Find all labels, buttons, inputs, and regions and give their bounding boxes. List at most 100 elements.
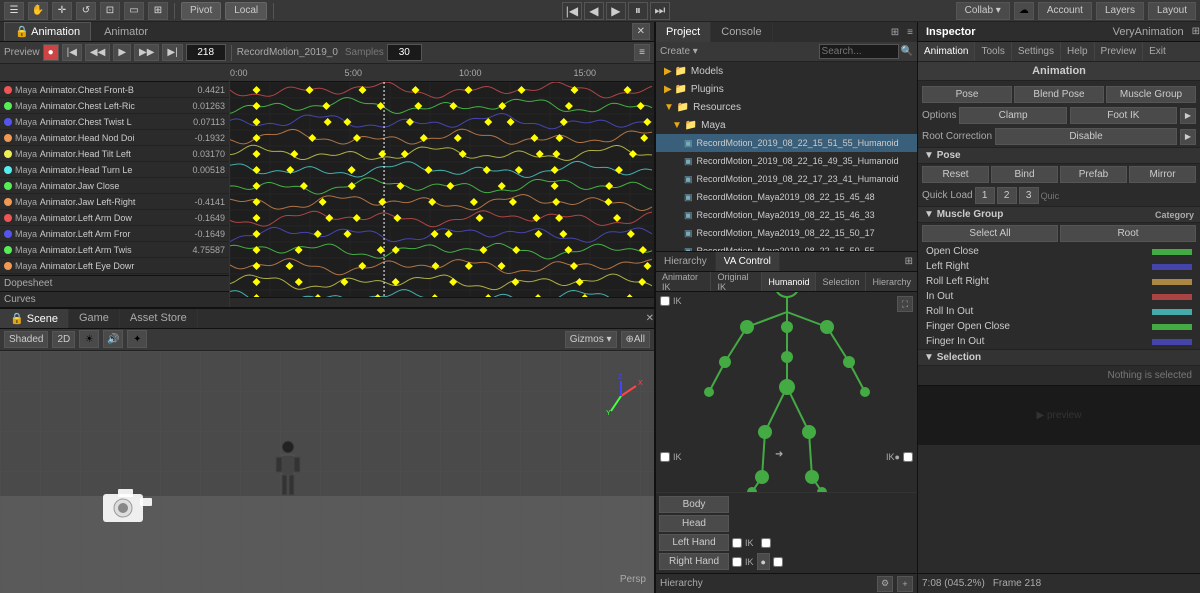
tab-project[interactable]: Project [656, 22, 711, 42]
project-item-resources[interactable]: ▼ 📁 Resources [656, 98, 917, 116]
ik-top-checkbox[interactable]: IK [660, 296, 682, 306]
inspector-close-btn[interactable]: ⊞ [1192, 26, 1200, 37]
prev-frame-button[interactable]: ◀ [584, 2, 604, 20]
tab-hierarchy[interactable]: Hierarchy [656, 252, 716, 271]
hierarchy-settings-btn[interactable]: ⚙ [877, 576, 893, 592]
disable-btn[interactable]: Disable [995, 128, 1177, 145]
effects-button[interactable]: ✦ [127, 330, 147, 348]
muscle-finger-in-out[interactable]: Finger In Out [918, 334, 1200, 349]
quick-load-3[interactable]: 3 [1019, 187, 1039, 204]
frame-input[interactable] [186, 44, 226, 61]
pivot-button[interactable]: Pivot [181, 2, 221, 20]
subtab-animator-ik[interactable]: Animator IK [656, 272, 711, 291]
head-btn[interactable]: Head [659, 515, 729, 532]
muscle-finger-open-close[interactable]: Finger Open Close [918, 319, 1200, 334]
lighting-button[interactable]: ☀ [79, 330, 99, 348]
track-label-6[interactable]: Maya Animator.Jaw Close [0, 178, 229, 194]
anim-fwd-button[interactable]: ▶▶ [134, 44, 159, 61]
anim-back-button[interactable]: ◀◀ [85, 44, 110, 61]
inspector-tab-preview[interactable]: Preview [1095, 42, 1144, 61]
track-label-0[interactable]: Maya Animator.Chest Front-B 0.4421 [0, 82, 229, 98]
track-label-1[interactable]: Maya Animator.Chest Left-Ric 0.01263 [0, 98, 229, 114]
track-label-7[interactable]: Maya Animator.Jaw Left-Right -0.4141 [0, 194, 229, 210]
collab-button[interactable]: Collab ▾ [956, 2, 1010, 20]
project-item-models[interactable]: ▶ 📁 Models [656, 62, 917, 80]
project-item-rm1[interactable]: ▣ RecordMotion_2019_08_22_15_51_55_Human… [656, 134, 917, 152]
ik-bottom-right[interactable]: IK● [886, 452, 913, 462]
track-label-10[interactable]: Maya Animator.Left Arm Twis 4.75587 [0, 242, 229, 258]
track-label-9[interactable]: Maya Animator.Left Arm Fror -0.1649 [0, 226, 229, 242]
anim-play-button[interactable]: ▶ [113, 44, 131, 61]
muscle-roll-left-right[interactable]: Roll Left Right [918, 274, 1200, 289]
local-button[interactable]: Local [225, 2, 267, 20]
record-button[interactable]: ● [43, 44, 59, 61]
subtab-selection[interactable]: Selection [816, 272, 866, 291]
right-hand-ik3-check[interactable] [773, 557, 783, 567]
layout-button[interactable]: Layout [1148, 2, 1196, 20]
tab-va-control[interactable]: VA Control [716, 252, 780, 271]
project-search[interactable] [819, 44, 899, 59]
layers-button[interactable]: Layers [1096, 2, 1144, 20]
track-label-2[interactable]: Maya Animator.Chest Twist L 0.07113 [0, 114, 229, 130]
project-item-rm4[interactable]: ▣ RecordMotion_Maya2019_08_22_15_45_48 [656, 188, 917, 206]
muscle-group-btn[interactable]: Muscle Group [1106, 86, 1196, 103]
options-on-btn[interactable]: ▶ [1180, 108, 1196, 124]
ik-bottom-right-check[interactable] [903, 452, 913, 462]
track-label-5[interactable]: Maya Animator.Head Turn Le 0.00518 [0, 162, 229, 178]
track-label-3[interactable]: Maya Animator.Head Nod Doi -0.1932 [0, 130, 229, 146]
inspector-tab-tools[interactable]: Tools [975, 42, 1011, 61]
track-label-4[interactable]: Maya Animator.Head Tilt Left 0.03170 [0, 146, 229, 162]
muscle-roll-in-out[interactable]: Roll In Out [918, 304, 1200, 319]
next-button[interactable]: ⏭ [650, 2, 670, 20]
samples-input[interactable] [387, 44, 422, 61]
quick-load-2[interactable]: 2 [997, 187, 1017, 204]
scene-view[interactable]: X Y Z [0, 351, 654, 593]
timeline-scrollbar[interactable] [230, 297, 654, 307]
tab-game[interactable]: Game [69, 309, 120, 328]
tab-asset-store[interactable]: Asset Store [120, 309, 198, 328]
reset-btn[interactable]: Reset [922, 166, 989, 183]
project-item-plugins[interactable]: ▶ 📁 Plugins [656, 80, 917, 98]
quick-load-1[interactable]: 1 [975, 187, 995, 204]
inspector-tab-help[interactable]: Help [1061, 42, 1095, 61]
tab-animator[interactable]: Animator [93, 22, 159, 41]
all-button[interactable]: ⊕All [621, 331, 651, 348]
search-button[interactable]: 🔍 [901, 46, 913, 57]
anim-next-button[interactable]: ▶| [162, 44, 182, 61]
project-item-rm3[interactable]: ▣ RecordMotion_2019_08_22_17_23_41_Human… [656, 170, 917, 188]
tool-transform[interactable]: ⊞ [148, 2, 168, 20]
project-item-maya[interactable]: ▼ 📁 Maya [656, 116, 917, 134]
humanoid-view[interactable]: IK ⛶ [656, 292, 917, 492]
tool-move[interactable]: ✛ [52, 2, 72, 20]
tool-scale[interactable]: ⊡ [100, 2, 120, 20]
dim-button[interactable]: 2D [52, 331, 75, 348]
root-btn[interactable]: Root [1060, 225, 1196, 242]
subtab-hierarchy[interactable]: Hierarchy [866, 272, 917, 291]
va-control-close-btn[interactable]: ⊞ [901, 252, 917, 271]
tool-rotate[interactable]: ↺ [76, 2, 96, 20]
orientation-gizmo[interactable]: X Y Z [596, 371, 646, 421]
ik-bottom-left-check[interactable] [660, 452, 670, 462]
project-item-rm5[interactable]: ▣ RecordMotion_Maya2019_08_22_15_46_33 [656, 206, 917, 224]
right-hand-extra-btn[interactable]: ● [757, 553, 770, 570]
ik-top-check[interactable] [660, 296, 670, 306]
inspector-tab-settings[interactable]: Settings [1012, 42, 1061, 61]
expand-button[interactable]: ⛶ [897, 296, 913, 312]
pause-button[interactable]: ⏸ [628, 2, 648, 20]
tab-animation[interactable]: 🔒 Animation [4, 22, 91, 41]
scene-close-button[interactable]: ✕ [646, 309, 654, 328]
project-item-rm2[interactable]: ▣ RecordMotion_2019_08_22_16_49_35_Human… [656, 152, 917, 170]
step-back-button[interactable]: |◀ [562, 2, 582, 20]
tab-scene[interactable]: 🔒 Scene [0, 309, 69, 328]
muscle-in-out[interactable]: In Out [918, 289, 1200, 304]
slide-btn[interactable]: ▶ [1180, 129, 1196, 145]
shading-button[interactable]: Shaded [4, 331, 48, 348]
pose-btn[interactable]: Pose [922, 86, 1012, 103]
blend-pose-btn[interactable]: Blend Pose [1014, 86, 1104, 103]
subtab-original-ik[interactable]: Original IK [711, 272, 762, 291]
unity-logo[interactable]: ☰ [4, 2, 24, 20]
left-hand-btn[interactable]: Left Hand [659, 534, 729, 551]
project-close-btn[interactable]: ⊞ [887, 22, 903, 42]
exit-btn[interactable]: Exit [1143, 42, 1172, 61]
right-hand-btn[interactable]: Right Hand [659, 553, 729, 570]
